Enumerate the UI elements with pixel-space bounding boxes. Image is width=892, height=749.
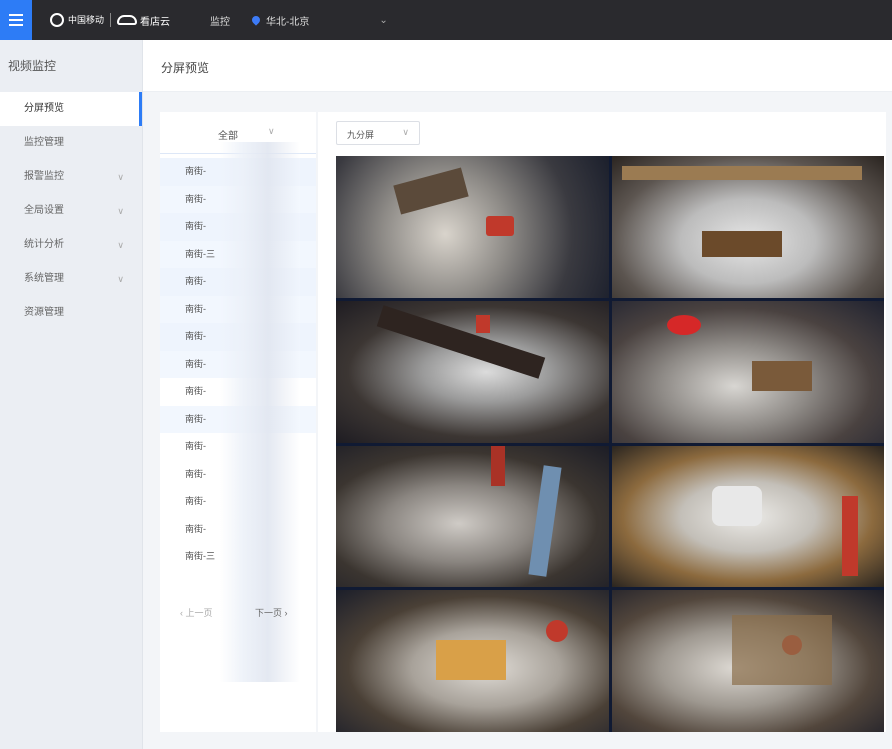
screen-layout-select[interactable]: 九分屏 ∨ — [336, 121, 420, 145]
sidebar-item-global-settings[interactable]: 全局设置 ∨ — [0, 194, 142, 228]
screen-layout-label: 九分屏 — [347, 130, 375, 140]
sidebar-item-label: 全局设置 — [24, 205, 64, 216]
sidebar-item-system[interactable]: 系统管理 ∨ — [0, 262, 142, 296]
hamburger-icon — [9, 19, 23, 21]
chevron-down-icon: ∨ — [402, 127, 409, 137]
china-mobile-logo-icon — [50, 13, 64, 27]
chevron-down-icon: ∨ — [117, 172, 124, 182]
sidebar-item-alarm[interactable]: 报警监控 ∨ — [0, 160, 142, 194]
video-grid — [336, 156, 884, 732]
sidebar: 视频监控 分屏预览 监控管理 报警监控 ∨ 全局设置 ∨ 统计分析 ∨ 系统管理 ∨ 资… — [0, 40, 143, 749]
brand-text: 中国移动 — [68, 14, 105, 25]
menu-button[interactable] — [0, 0, 32, 40]
video-feed[interactable] — [611, 156, 884, 298]
chevron-down-icon: ∨ — [117, 206, 124, 216]
next-page-button[interactable]: 下一页 › — [255, 606, 288, 619]
video-feed[interactable] — [611, 590, 884, 732]
video-scene-detail — [751, 360, 812, 391]
privacy-blur-mask — [220, 142, 300, 682]
video-scene-detail — [731, 615, 832, 686]
chevron-down-icon: ⌄ — [379, 14, 388, 26]
location-pin-icon — [250, 14, 262, 26]
prev-page-button[interactable]: ‹ 上一页 — [180, 606, 213, 619]
chevron-down-icon: ∨ — [117, 240, 124, 250]
sidebar-item-label: 分屏预览 — [24, 103, 64, 114]
video-scene-detail — [476, 314, 490, 333]
sidebar-title: 视频监控 — [8, 59, 57, 73]
top-nav-link[interactable]: 监控 — [210, 13, 230, 28]
logo-divider — [110, 13, 112, 27]
page-header: 分屏预览 — [143, 40, 892, 92]
sidebar-item-label: 报警监控 — [24, 171, 64, 182]
device-panel: 全部 ∨ 南街- 南街- 南街- 南街-三 南街- 南街- 南街- 南街- 南街… — [160, 112, 316, 732]
video-scene-detail — [711, 485, 762, 526]
video-scene-detail — [376, 305, 546, 379]
device-pagination: ‹ 上一页 下一页 › — [160, 602, 316, 622]
video-feed[interactable] — [336, 300, 609, 443]
video-scene-detail — [546, 620, 568, 643]
sidebar-item-resources[interactable]: 资源管理 — [0, 296, 142, 330]
brand-logo: 中国移动 — [50, 13, 104, 27]
sidebar-item-label: 系统管理 — [24, 273, 64, 284]
video-scene-detail — [528, 464, 562, 577]
sidebar-item-label: 统计分析 — [24, 239, 64, 250]
cloud-icon — [117, 15, 138, 25]
sidebar-item-statistics[interactable]: 统计分析 ∨ — [0, 228, 142, 262]
video-scene-detail — [491, 445, 505, 486]
video-scene-detail — [666, 314, 701, 335]
video-feed[interactable] — [336, 156, 609, 298]
sidebar-item-label: 资源管理 — [24, 307, 64, 318]
page-title: 分屏预览 — [161, 61, 210, 75]
video-scene-detail — [486, 216, 514, 236]
video-feed[interactable] — [611, 300, 884, 443]
video-scene-detail — [621, 166, 862, 180]
video-scene-detail — [841, 495, 858, 576]
video-feed[interactable] — [336, 590, 609, 732]
video-scene-detail — [393, 167, 469, 215]
sidebar-item-monitor-manage[interactable]: 监控管理 — [0, 126, 142, 160]
device-filter-label: 全部 — [218, 131, 238, 142]
video-scene-detail — [701, 231, 782, 257]
chevron-down-icon: ∨ — [117, 274, 124, 284]
top-bar: 中国移动 看店云 监控 华北-北京 ⌄ — [0, 0, 892, 40]
sidebar-item-split-preview[interactable]: 分屏预览 — [0, 92, 142, 126]
sidebar-item-label: 监控管理 — [24, 137, 64, 148]
chevron-down-icon: ∨ — [268, 126, 275, 136]
video-panel: 九分屏 ∨ — [318, 112, 886, 732]
cloud-logo-text: 看店云 — [140, 16, 171, 28]
location-selector[interactable]: 华北-北京 ⌄ — [250, 13, 388, 28]
cloud-logo: 看店云 — [117, 13, 170, 28]
video-feed[interactable] — [336, 445, 609, 588]
video-scene-detail — [436, 640, 506, 681]
video-feed[interactable] — [611, 445, 884, 588]
location-label: 华北-北京 — [266, 16, 310, 28]
